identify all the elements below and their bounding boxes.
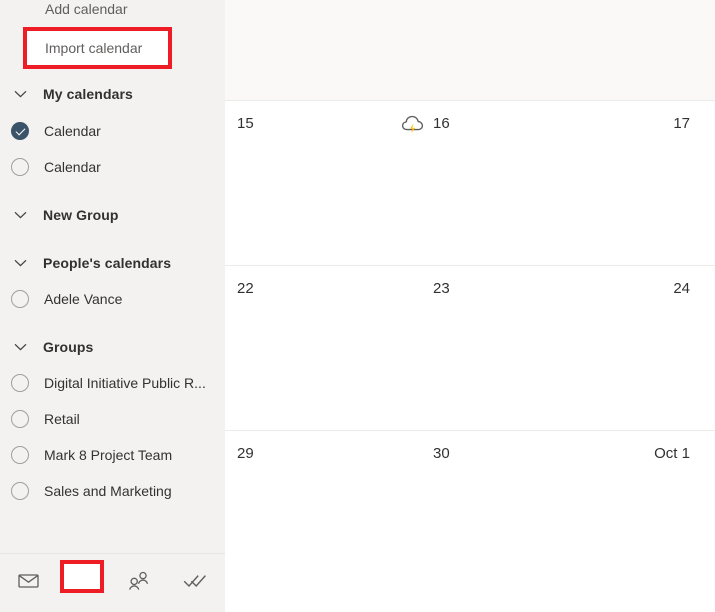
calendar-week-row: 22 23 24 — [225, 265, 715, 430]
chevron-down-icon — [6, 259, 34, 267]
add-calendar-label: Add calendar — [45, 1, 128, 17]
calendar-day-header: 29 — [225, 442, 421, 464]
calendar-item-retail[interactable]: Retail — [0, 403, 225, 435]
calendar-day-header: Oct 1 — [617, 442, 715, 464]
calendar-day-header: 16 — [401, 112, 617, 134]
calendar-week-row: 15 16 17 — [225, 100, 715, 265]
calendar-day-header: 30 — [421, 442, 617, 464]
checkbox-unchecked-icon[interactable] — [11, 374, 29, 392]
chevron-down-icon — [6, 90, 34, 98]
import-calendar-label: Import calendar — [45, 40, 143, 56]
mail-app-button[interactable] — [10, 566, 46, 600]
calendar-day-cell[interactable]: 30 — [421, 431, 617, 612]
calendar-day-cell[interactable] — [225, 0, 421, 100]
calendar-icon — [71, 570, 93, 597]
checkbox-unchecked-icon[interactable] — [11, 482, 29, 500]
calendar-week-row — [225, 0, 715, 100]
calendar-day-cell[interactable]: 15 — [225, 101, 421, 265]
day-number: 29 — [237, 444, 254, 462]
calendar-day-cell[interactable]: 16 — [401, 101, 617, 265]
people-icon — [128, 571, 150, 596]
sidebar-group-new-group[interactable]: New Group — [0, 199, 225, 231]
sidebar-group-my-calendars[interactable]: My calendars — [0, 78, 225, 110]
app-switcher-bar — [0, 553, 225, 612]
calendar-day-cell[interactable]: 17 — [617, 101, 715, 265]
calendar-day-header: 23 — [421, 277, 617, 299]
calendar-item-adele-vance[interactable]: Adele Vance — [0, 283, 225, 315]
group-label: My calendars — [43, 86, 133, 102]
calendar-app-button[interactable] — [64, 566, 100, 600]
day-number: 30 — [433, 444, 450, 462]
calendar-item-label: Sales and Marketing — [44, 483, 172, 499]
import-calendar-link[interactable]: Import calendar — [23, 27, 172, 69]
calendar-item-label: Adele Vance — [44, 291, 123, 307]
calendar-day-header: 22 — [225, 277, 421, 299]
checkbox-unchecked-icon[interactable] — [11, 158, 29, 176]
checkbox-unchecked-icon[interactable] — [11, 410, 29, 428]
calendar-sidebar: Add calendar Import calendar My calendar… — [0, 0, 225, 612]
calendar-item-calendar-2[interactable]: Calendar — [0, 151, 225, 183]
calendar-item-mark-8-project-team[interactable]: Mark 8 Project Team — [0, 439, 225, 471]
mail-icon — [17, 573, 39, 594]
group-label: Groups — [43, 339, 94, 355]
calendar-day-cell[interactable]: 29 — [225, 431, 421, 612]
calendar-item-label: Calendar — [44, 123, 101, 139]
calendar-day-cell[interactable] — [421, 0, 617, 100]
calendar-day-cell[interactable]: Oct 1 — [617, 431, 715, 612]
calendar-day-header: 15 — [225, 112, 421, 134]
sidebar-scroll-area: Add calendar Import calendar My calendar… — [0, 0, 225, 553]
sidebar-group-groups[interactable]: Groups — [0, 331, 225, 363]
chevron-down-icon — [6, 211, 34, 219]
day-number: 22 — [237, 279, 254, 297]
calendar-item-digital-initiative[interactable]: Digital Initiative Public R... — [0, 367, 225, 399]
day-number: 16 — [401, 115, 450, 133]
chevron-down-icon — [6, 343, 34, 351]
day-number: 23 — [433, 279, 450, 297]
thunderstorm-icon — [400, 113, 426, 137]
day-number: 24 — [673, 279, 690, 297]
outlook-calendar-window: Add calendar Import calendar My calendar… — [0, 0, 715, 612]
group-label: People's calendars — [43, 255, 172, 271]
calendar-item-label: Digital Initiative Public R... — [44, 375, 206, 391]
calendar-week-row: 29 30 Oct 1 — [225, 430, 715, 612]
calendar-item-label: Mark 8 Project Team — [44, 447, 173, 463]
day-number: Oct 1 — [654, 444, 690, 462]
tasks-icon — [183, 573, 207, 594]
calendar-day-cell[interactable]: 22 — [225, 266, 421, 430]
calendar-day-header: 17 — [617, 112, 715, 134]
calendar-day-header: 24 — [617, 277, 715, 299]
day-number: 15 — [237, 114, 254, 132]
calendar-day-cell[interactable]: 24 — [617, 266, 715, 430]
calendar-month-grid: 15 16 17 22 23 24 29 30 Oct 1 — [225, 0, 715, 612]
checkbox-checked-icon[interactable] — [11, 122, 29, 140]
day-number: 17 — [673, 114, 690, 132]
calendar-item-label: Calendar — [44, 159, 101, 175]
people-app-button[interactable] — [121, 566, 157, 600]
group-label: New Group — [43, 207, 119, 223]
calendar-day-cell[interactable] — [617, 0, 715, 100]
checkbox-unchecked-icon[interactable] — [11, 446, 29, 464]
checkbox-unchecked-icon[interactable] — [11, 290, 29, 308]
calendar-day-cell[interactable]: 23 — [421, 266, 617, 430]
calendar-item-label: Retail — [44, 411, 80, 427]
calendar-item-sales-and-marketing[interactable]: Sales and Marketing — [0, 475, 225, 507]
add-calendar-link[interactable]: Add calendar — [0, 0, 225, 24]
sidebar-group-peoples-calendars[interactable]: People's calendars — [0, 247, 225, 279]
tasks-app-button[interactable] — [177, 566, 213, 600]
calendar-item-calendar-1[interactable]: Calendar — [0, 115, 225, 147]
